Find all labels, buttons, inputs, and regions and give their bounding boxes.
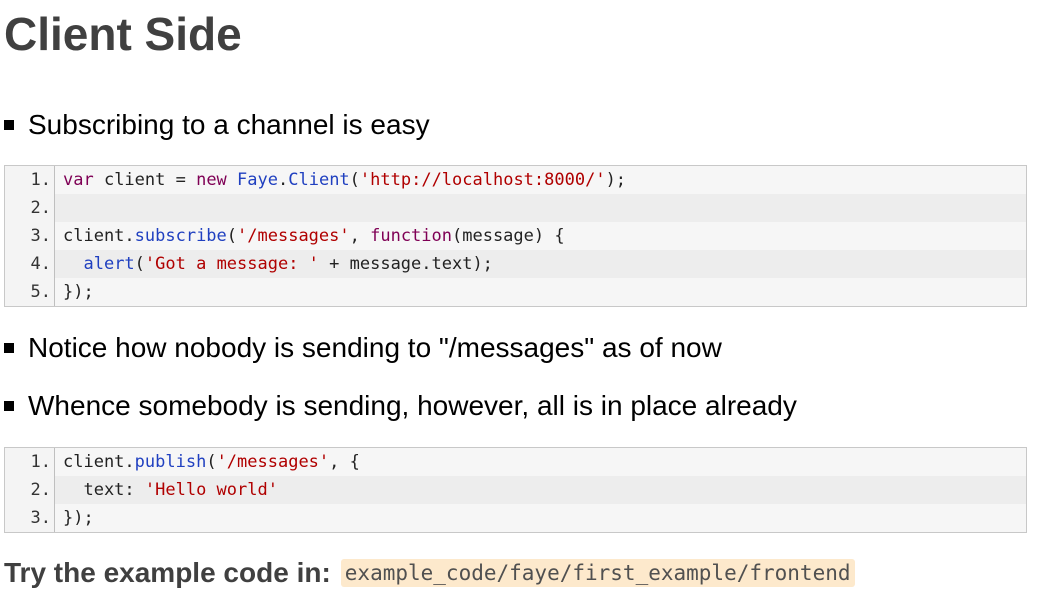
example-code-path: example_code/faye/first_example/frontend: [340, 559, 855, 587]
code-block-publish: 1. client.publish('/messages', { 2. text…: [4, 447, 1027, 533]
page-title: Client Side: [4, 8, 242, 60]
code-token: publish: [134, 452, 207, 472]
code-text: client.subscribe('/messages', function(m…: [55, 222, 565, 250]
line-number: 5.: [5, 278, 55, 306]
code-text: text: 'Hello world': [55, 476, 278, 504]
code-line: 2. text: 'Hello world': [5, 476, 1026, 504]
line-number: 1.: [5, 166, 55, 194]
code-text: client.publish('/messages', {: [55, 448, 360, 476]
footer-label: Try the example code in:: [4, 557, 331, 588]
code-text: alert('Got a message: ' + message.text);: [55, 250, 493, 278]
code-token: '/messages': [216, 452, 330, 472]
code-token: });: [63, 282, 94, 302]
bullet-text: Subscribing to a channel is easy: [28, 109, 430, 140]
code-token: (: [134, 254, 145, 274]
code-line: 1. client.publish('/messages', {: [5, 448, 1026, 476]
code-token: 'Got a message: ': [144, 254, 319, 274]
code-token: Client: [288, 170, 350, 190]
bullet-notice: Notice how nobody is sending to "/messag…: [4, 330, 722, 366]
code-token: Faye: [237, 170, 278, 190]
code-token: text:: [63, 480, 145, 500]
bullet-whence: Whence somebody is sending, however, all…: [4, 388, 797, 424]
code-block-subscribe: 1. var client = new Faye.Client('http://…: [4, 165, 1027, 307]
code-token: 'Hello world': [144, 480, 278, 500]
code-token: client.: [63, 452, 135, 472]
code-token: , {: [329, 452, 360, 472]
code-token: 'http://localhost:8000/': [359, 170, 606, 190]
line-number: 1.: [5, 448, 55, 476]
code-line: 2.: [5, 194, 1026, 222]
bullet-square-icon: [4, 401, 14, 411]
code-token: ,: [349, 226, 371, 246]
code-token: + message.text);: [318, 254, 493, 274]
bullet-square-icon: [4, 343, 14, 353]
code-text: });: [55, 278, 94, 306]
line-number: 3.: [5, 222, 55, 250]
code-line: 1. var client = new Faye.Client('http://…: [5, 166, 1026, 194]
code-token: subscribe: [134, 226, 227, 246]
bullet-square-icon: [4, 120, 14, 130]
bullet-text: Notice how nobody is sending to "/messag…: [28, 332, 722, 363]
line-number: 4.: [5, 250, 55, 278]
code-text: var client = new Faye.Client('http://loc…: [55, 166, 626, 194]
code-token: (: [349, 170, 360, 190]
code-token: (message) {: [452, 226, 565, 246]
code-text: });: [55, 504, 94, 532]
code-token: '/messages': [237, 226, 350, 246]
line-number: 3.: [5, 504, 55, 532]
code-token: new: [196, 170, 227, 190]
code-token: alert: [83, 254, 135, 274]
code-token: });: [63, 508, 94, 528]
code-line: 5. });: [5, 278, 1026, 306]
line-number: 2.: [5, 194, 55, 222]
code-token: (: [226, 226, 238, 246]
code-line: 3. client.subscribe('/messages', functio…: [5, 222, 1026, 250]
code-line: 3. });: [5, 504, 1026, 532]
code-token: client.: [63, 226, 135, 246]
code-token: function: [370, 226, 452, 246]
code-line: 4. alert('Got a message: ' + message.tex…: [5, 250, 1026, 278]
code-token: var: [63, 170, 94, 190]
code-token: );: [605, 170, 627, 190]
code-token: (: [206, 452, 217, 472]
line-number: 2.: [5, 476, 55, 504]
bullet-subscribing: Subscribing to a channel is easy: [4, 107, 430, 143]
code-token: .: [278, 170, 289, 190]
bullet-text: Whence somebody is sending, however, all…: [28, 390, 797, 421]
code-token: client =: [93, 170, 197, 190]
example-code-footer: Try the example code in: example_code/fa…: [4, 554, 855, 592]
